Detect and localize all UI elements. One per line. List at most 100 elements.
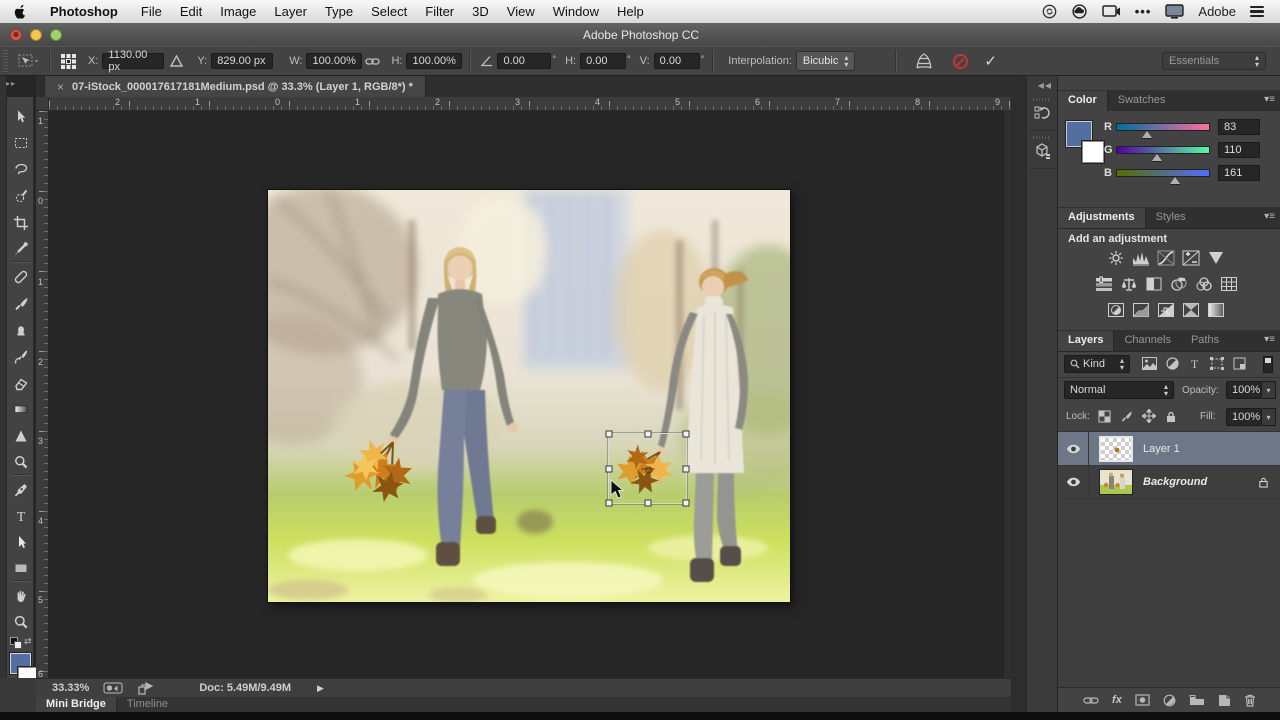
selective-color-icon[interactable]	[1206, 301, 1226, 318]
curves-icon[interactable]	[1156, 249, 1176, 266]
lasso-tool[interactable]	[8, 157, 34, 181]
sync-icon[interactable]	[1042, 4, 1057, 19]
rectangular-marquee-tool[interactable]	[8, 131, 34, 155]
layer-name[interactable]: Background	[1143, 476, 1207, 488]
h-skew-field[interactable]: 0.00	[580, 53, 626, 69]
dodge-tool[interactable]	[8, 450, 34, 474]
menu-item-type[interactable]: Type	[325, 4, 353, 19]
transform-handle-nw[interactable]	[606, 431, 613, 438]
menu-item-photoshop[interactable]: Photoshop	[50, 4, 118, 19]
transform-handle-n[interactable]	[644, 431, 651, 438]
close-window-button[interactable]	[10, 29, 22, 41]
color-balance-icon[interactable]	[1119, 275, 1139, 292]
history-panel-button[interactable]	[1029, 96, 1055, 131]
gradient-map-icon[interactable]	[1181, 301, 1201, 318]
opacity-field[interactable]: 100% ▾	[1226, 381, 1276, 399]
lock-all-icon[interactable]	[1165, 410, 1177, 423]
width-field[interactable]: 100.00%	[306, 53, 362, 69]
link-dimensions-icon[interactable]	[365, 57, 380, 66]
red-slider[interactable]	[1116, 123, 1210, 131]
document-tab[interactable]: × 07-iStock_000017617181Medium.psd @ 33.…	[44, 76, 426, 97]
menu-item-edit[interactable]: Edit	[180, 4, 202, 19]
zoom-tool[interactable]	[8, 610, 34, 634]
add-layer-mask-icon[interactable]	[1135, 694, 1150, 706]
tab-channels[interactable]: Channels	[1114, 331, 1180, 351]
x-position-field[interactable]: 1130.00 px	[102, 53, 164, 69]
zoom-window-button[interactable]	[50, 29, 62, 41]
tab-paths[interactable]: Paths	[1181, 331, 1229, 351]
filter-shape-layers-icon[interactable]	[1210, 357, 1224, 370]
opacity-dropdown-arrow[interactable]: ▾	[1262, 381, 1276, 399]
visibility-eye-icon[interactable]	[1058, 465, 1089, 498]
v-skew-field[interactable]: 0.00	[654, 53, 700, 69]
adaptive-wide-angle-icon[interactable]	[103, 682, 123, 694]
close-document-icon[interactable]: ×	[57, 80, 64, 94]
filter-type-layers-icon[interactable]: T	[1188, 357, 1201, 370]
brush-tool[interactable]	[8, 292, 34, 316]
filter-smart-objects-icon[interactable]	[1233, 357, 1246, 370]
lock-transparency-icon[interactable]	[1098, 410, 1111, 423]
eraser-tool[interactable]	[8, 371, 34, 395]
menu-item-window[interactable]: Window	[553, 4, 599, 19]
filter-adjustment-layers-icon[interactable]	[1166, 357, 1179, 370]
horizontal-type-tool[interactable]: T	[8, 504, 34, 528]
vibrance-icon[interactable]	[1206, 249, 1226, 266]
color-lookup-icon[interactable]	[1219, 275, 1239, 292]
reference-point-grid-icon[interactable]	[60, 53, 77, 70]
panel-menu-icon[interactable]: ▾≡	[1264, 334, 1275, 345]
transform-handle-e[interactable]	[683, 465, 690, 472]
green-value-field[interactable]: 110	[1218, 142, 1260, 158]
invert-icon[interactable]	[1106, 301, 1126, 318]
blue-value-field[interactable]: 161	[1218, 165, 1260, 181]
tab-color[interactable]: Color	[1058, 91, 1108, 111]
commit-transform-button[interactable]: ✓	[984, 52, 997, 70]
channel-mixer-icon[interactable]	[1194, 275, 1214, 292]
new-adjustment-layer-icon[interactable]	[1163, 694, 1176, 707]
panel-menu-icon[interactable]: ▾≡	[1264, 94, 1275, 105]
dock-collapse-icon[interactable]: ◀◀	[1038, 81, 1052, 90]
y-position-field[interactable]: 829.00 px	[211, 53, 273, 69]
ruler-origin-corner[interactable]	[36, 97, 49, 111]
menu-list-icon[interactable]	[1250, 6, 1264, 18]
black-white-icon[interactable]	[1144, 275, 1164, 292]
spot-healing-brush-tool[interactable]	[8, 265, 34, 289]
ellipsis-icon[interactable]: •••	[1135, 4, 1152, 19]
hand-tool[interactable]	[8, 584, 34, 608]
transform-handle-w[interactable]	[606, 465, 613, 472]
red-value-field[interactable]: 83	[1218, 119, 1260, 135]
menu-item-select[interactable]: Select	[371, 4, 407, 19]
minimize-window-button[interactable]	[30, 29, 42, 41]
canvas-area[interactable]	[49, 111, 1011, 678]
document-canvas[interactable]	[268, 190, 790, 602]
delete-layer-icon[interactable]	[1244, 694, 1256, 707]
layer1-thumbnail[interactable]	[1099, 436, 1133, 462]
exposure-icon[interactable]	[1181, 249, 1201, 266]
tab-swatches[interactable]: Swatches	[1108, 91, 1176, 111]
transform-reference-point[interactable]	[643, 464, 652, 473]
lock-image-icon[interactable]	[1120, 410, 1133, 423]
rotate-field[interactable]: 0.00	[497, 53, 551, 69]
vertical-scrollbar[interactable]	[1003, 111, 1011, 678]
swap-colors-icon[interactable]: ⇄	[24, 636, 32, 647]
tab-styles[interactable]: Styles	[1146, 208, 1196, 228]
tab-layers[interactable]: Layers	[1058, 331, 1114, 351]
layer-row-layer1[interactable]: Layer 1	[1058, 432, 1280, 466]
menu-item-image[interactable]: Image	[220, 4, 256, 19]
transform-handle-s[interactable]	[644, 500, 651, 507]
green-slider-thumb[interactable]	[1152, 154, 1162, 161]
toolbar-collapse-icon[interactable]: ▸▸	[6, 79, 16, 88]
rotate-angle-icon[interactable]	[480, 55, 494, 67]
lock-position-icon[interactable]	[1142, 409, 1156, 423]
transform-handle-sw[interactable]	[606, 500, 613, 507]
menu-item-3d[interactable]: 3D	[472, 4, 489, 19]
menu-item-file[interactable]: File	[141, 4, 162, 19]
share-export-icon[interactable]	[137, 682, 153, 695]
properties-panel-button[interactable]	[1029, 134, 1055, 169]
clone-stamp-tool[interactable]	[8, 318, 34, 342]
blue-slider[interactable]	[1116, 169, 1210, 177]
menu-item-help[interactable]: Help	[617, 4, 644, 19]
blur-tool[interactable]	[8, 424, 34, 448]
posterize-icon[interactable]	[1131, 301, 1151, 318]
threshold-icon[interactable]	[1156, 301, 1176, 318]
layer-filter-kind-dropdown[interactable]: Kind ▴▾	[1064, 355, 1130, 373]
